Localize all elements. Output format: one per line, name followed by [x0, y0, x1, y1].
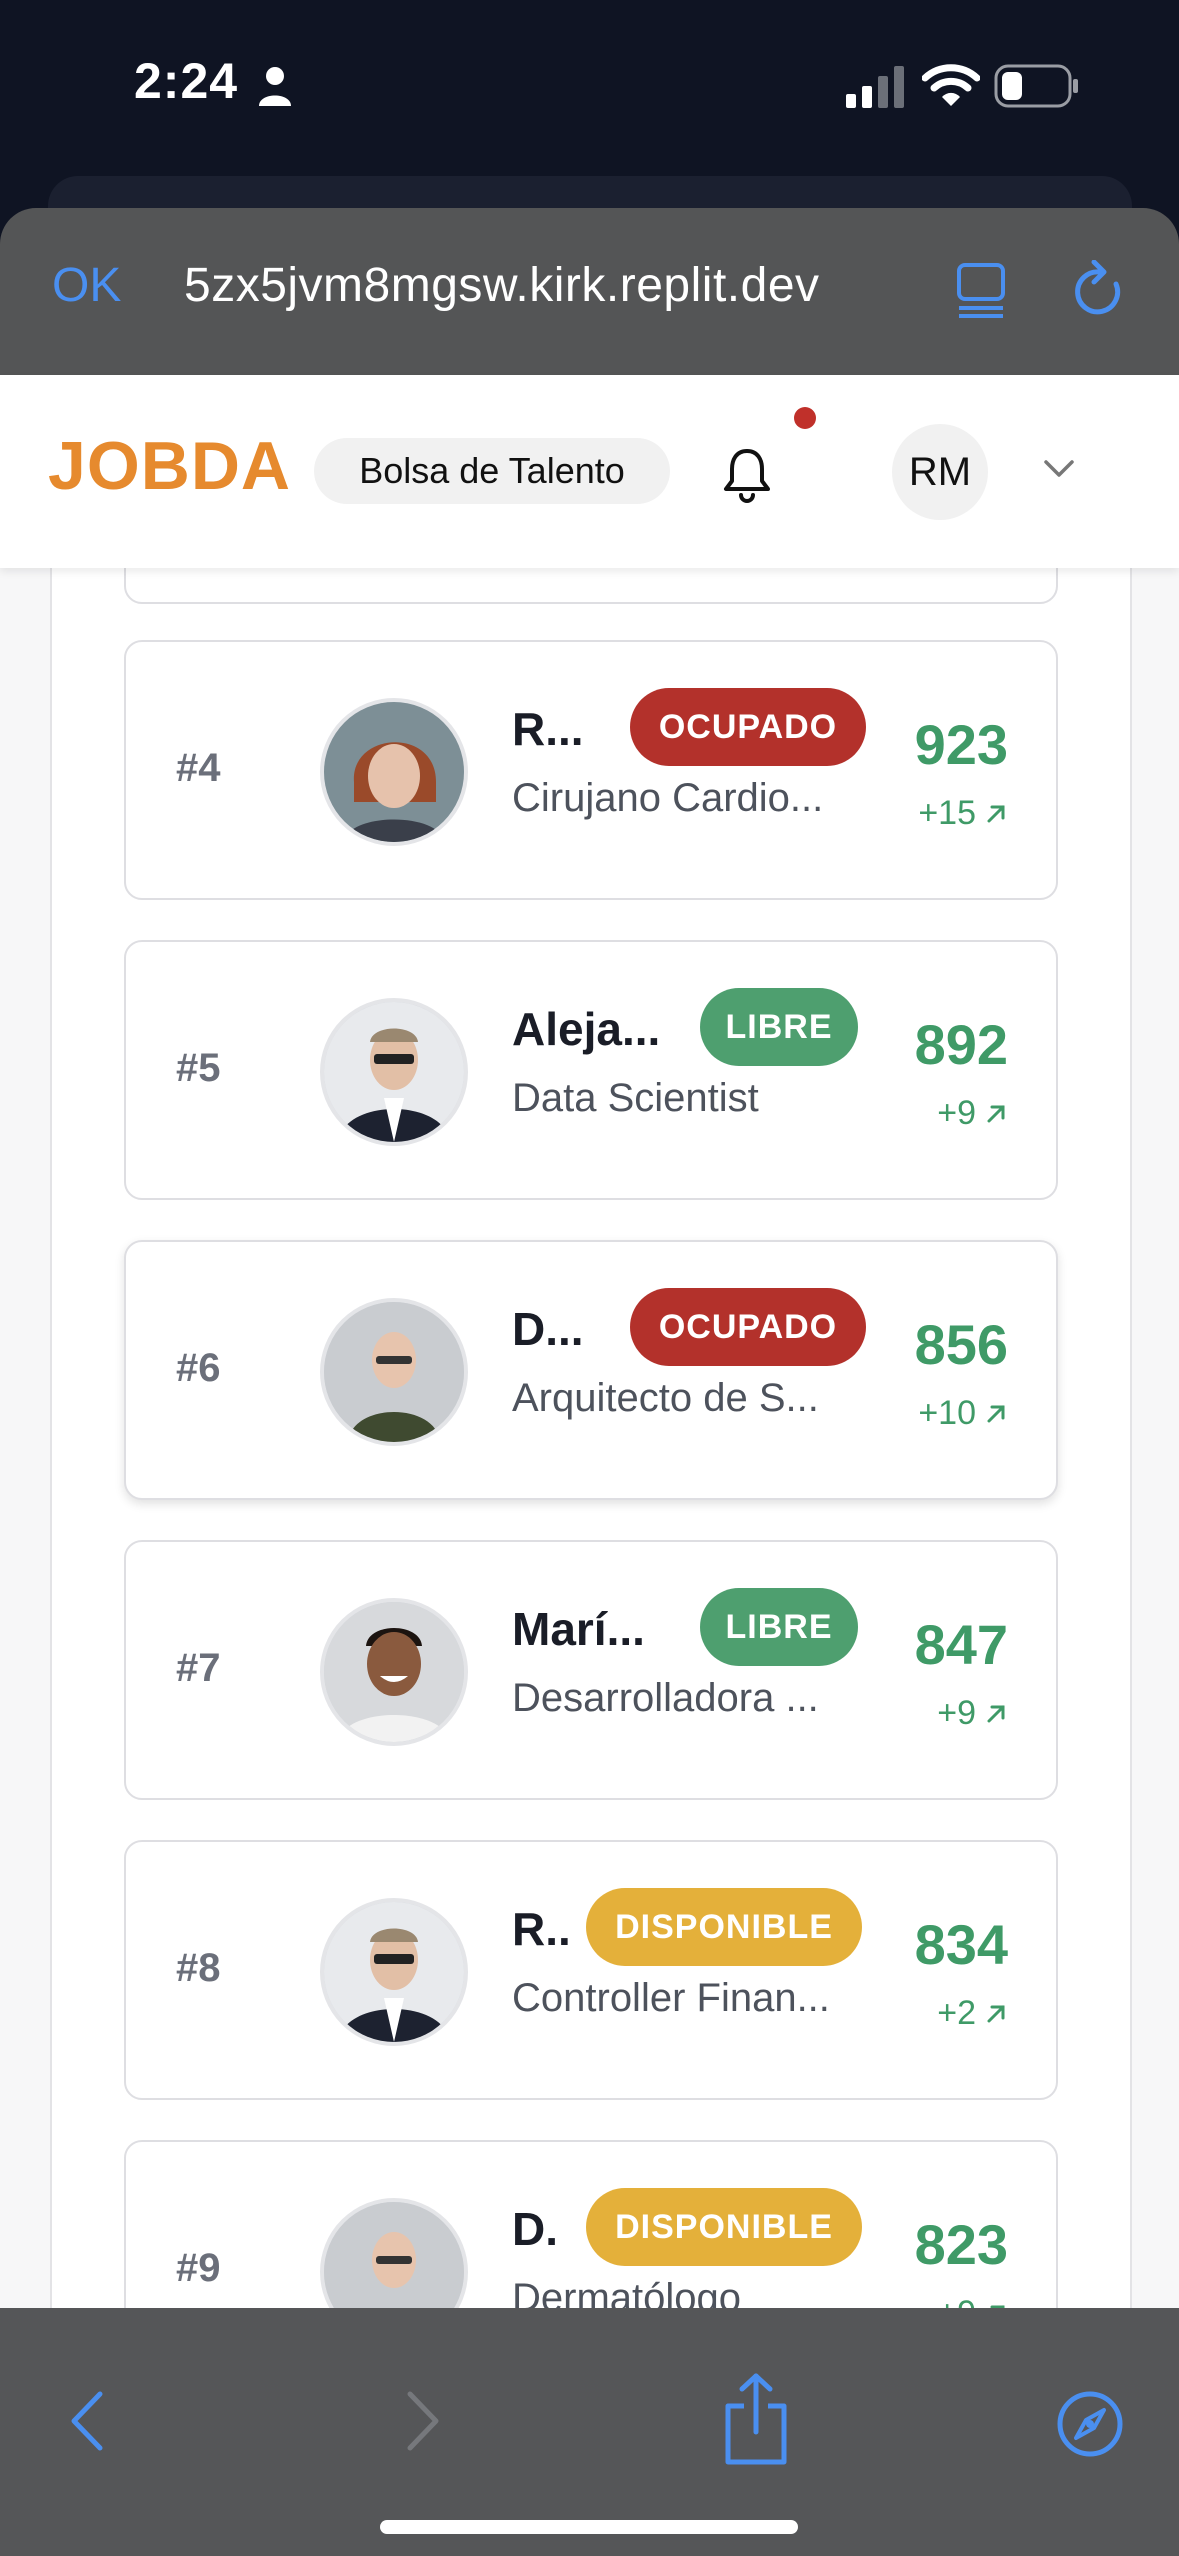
candidate-role: Desarrolladora ...: [512, 1676, 819, 1720]
jobda-logo[interactable]: JOBDA: [48, 427, 291, 505]
candidate-rank: #5: [176, 1046, 221, 1090]
score-delta: +9: [937, 1694, 1008, 1733]
section-pill[interactable]: Bolsa de Talento: [314, 438, 670, 504]
candidate-card[interactable]: #5 Aleja... LIBRE Data Scientist 892 +9: [124, 940, 1058, 1200]
candidate-card-previous[interactable]: [124, 568, 1058, 604]
candidate-role: Controller Finan...: [512, 1976, 830, 2020]
avatar: [320, 2198, 468, 2308]
url-field[interactable]: 5zx5jvm8mgsw.kirk.replit.dev: [184, 258, 820, 313]
candidate-rank: #8: [176, 1946, 221, 1990]
score-delta: +10: [918, 1394, 1008, 1433]
candidate-card[interactable]: #8 R.. DISPONIBLE Controller Finan... 83…: [124, 1840, 1058, 2100]
score-delta: +9: [937, 2294, 1008, 2308]
candidate-score: 834: [914, 1913, 1008, 1976]
status-badge: LIBRE: [700, 988, 858, 1066]
candidate-rank: #6: [176, 1346, 221, 1390]
arrow-up-right-icon: [987, 1705, 1005, 1723]
candidate-name: Marí...: [512, 1603, 645, 1655]
reload-icon[interactable]: [1072, 260, 1126, 320]
status-bar: 2:24: [0, 0, 1179, 180]
score-delta: +2: [937, 1994, 1008, 2033]
avatar: [320, 998, 468, 1146]
candidate-score: 923: [914, 713, 1008, 776]
candidate-card[interactable]: #4 R... OCUPADO Cirujano Cardio... 923 +…: [124, 640, 1058, 900]
candidate-card[interactable]: #6 D... OCUPADO Arquitecto de S... 856 +…: [124, 1240, 1058, 1500]
reader-icon[interactable]: [956, 262, 1006, 318]
candidate-name: D.: [512, 2203, 558, 2255]
candidate-score: 847: [914, 1613, 1008, 1676]
candidate-role: Arquitecto de S...: [512, 1376, 819, 1420]
share-icon[interactable]: [722, 2372, 790, 2466]
app-header: JOBDA Bolsa de Talento RM: [0, 375, 1179, 568]
bell-icon[interactable]: [722, 447, 772, 503]
browser-toolbar: [0, 2308, 1179, 2556]
person-icon: [259, 67, 291, 106]
arrow-up-right-icon: [987, 805, 1005, 823]
avatar: [320, 1598, 468, 1746]
status-badge: OCUPADO: [630, 688, 866, 766]
avatar: [320, 1898, 468, 2046]
status-badge: DISPONIBLE: [586, 1888, 862, 1966]
arrow-up-right-icon: [987, 2005, 1005, 2023]
candidate-score: 823: [914, 2213, 1008, 2276]
score-delta: +15: [918, 794, 1008, 833]
signal-icon: [846, 66, 904, 108]
arrow-up-right-icon: [987, 1405, 1005, 1423]
candidate-role: Dermatólogo: [512, 2276, 742, 2308]
back-icon[interactable]: [66, 2388, 106, 2454]
battery-icon: [994, 64, 1078, 108]
user-avatar[interactable]: RM: [892, 424, 988, 520]
status-badge: DISPONIBLE: [586, 2188, 862, 2266]
candidate-score: 892: [914, 1013, 1008, 1076]
candidate-rank: #7: [176, 1646, 221, 1690]
candidate-card[interactable]: #9 D. DISPONIBLE Dermatólogo 823 +9: [124, 2140, 1058, 2308]
candidate-name: Aleja...: [512, 1003, 661, 1055]
status-badge: OCUPADO: [630, 1288, 866, 1366]
status-time: 2:24: [134, 53, 239, 109]
browser-url-bar: OK 5zx5jvm8mgsw.kirk.replit.dev: [0, 208, 1179, 376]
avatar: [320, 698, 468, 846]
avatar: [320, 1298, 468, 1446]
candidate-name: R...: [512, 703, 584, 755]
wifi-icon: [922, 64, 980, 106]
candidate-name: D...: [512, 1303, 584, 1355]
candidate-rank: #9: [176, 2246, 221, 2290]
ranking-content: #4 R... OCUPADO Cirujano Cardio... 923 +…: [0, 568, 1179, 2308]
home-indicator[interactable]: [380, 2520, 798, 2534]
compass-icon[interactable]: [1056, 2390, 1124, 2458]
candidate-rank: #4: [176, 746, 221, 790]
arrow-up-right-icon: [987, 1105, 1005, 1123]
candidate-score: 856: [914, 1313, 1008, 1376]
candidate-name: R..: [512, 1903, 571, 1955]
candidate-role: Cirujano Cardio...: [512, 776, 824, 820]
chevron-down-icon[interactable]: [1042, 457, 1076, 481]
score-delta: +9: [937, 1094, 1008, 1133]
candidate-role: Data Scientist: [512, 1076, 759, 1120]
status-badge: LIBRE: [700, 1588, 858, 1666]
candidate-card[interactable]: #7 Marí... LIBRE Desarrolladora ... 847 …: [124, 1540, 1058, 1800]
notification-dot: [794, 407, 816, 429]
ok-button[interactable]: OK: [52, 258, 121, 313]
forward-icon[interactable]: [404, 2388, 444, 2454]
